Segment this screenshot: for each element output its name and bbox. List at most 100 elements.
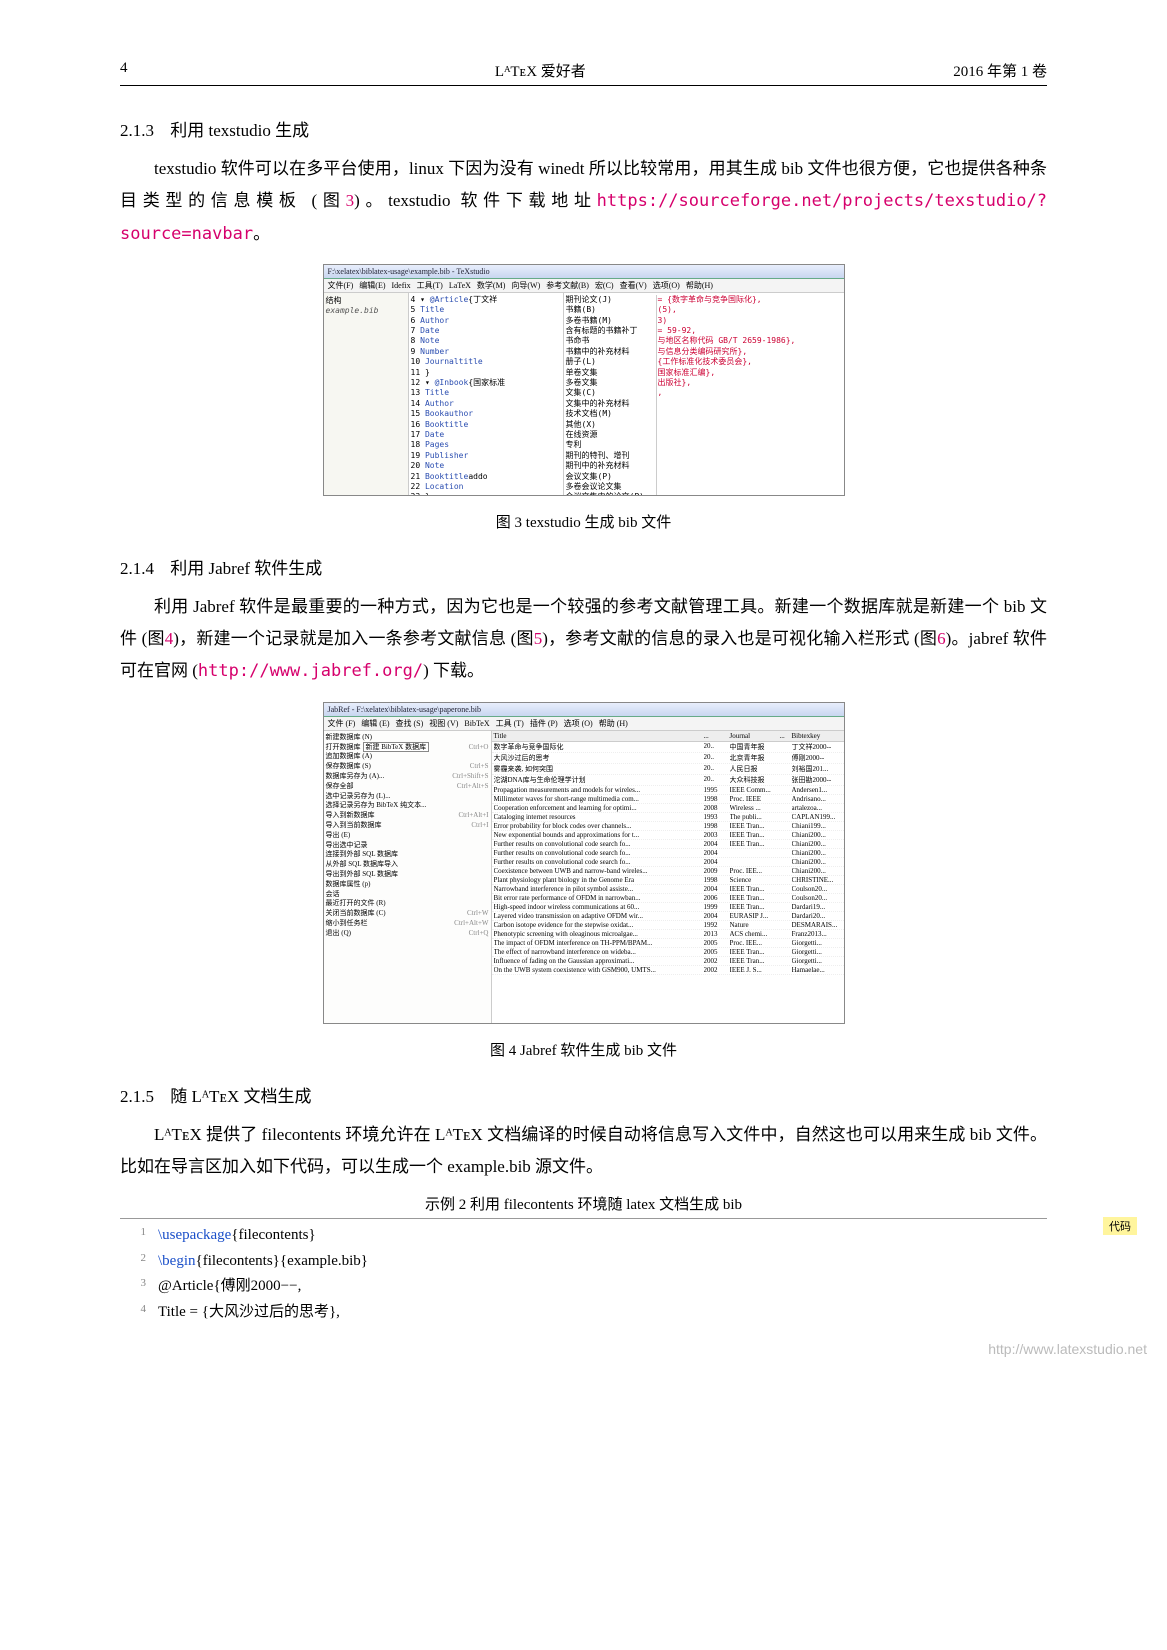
file-menu-item[interactable]: 保存全部Ctrl+Alt+S (326, 782, 489, 792)
table-row[interactable]: Influence of fading on the Gaussian appr… (492, 957, 844, 966)
menu-item[interactable]: 帮助(H) (686, 281, 713, 290)
table-row[interactable]: Millimeter waves for short-range multime… (492, 795, 844, 804)
menu-item[interactable]: 工具 (T) (496, 719, 524, 728)
menu-item[interactable]: Idefix (392, 281, 411, 290)
bibtype-option[interactable]: 其他(X) (566, 420, 656, 430)
page-number: 4 (120, 60, 128, 81)
bibtype-option[interactable]: 书籍中的补充材料 (566, 347, 656, 357)
menu-item[interactable]: 插件 (P) (530, 719, 558, 728)
table-row[interactable]: Layered video transmission on adaptive O… (492, 912, 844, 921)
bibtype-option[interactable]: 文集中的补充材料 (566, 399, 656, 409)
table-row[interactable]: Phenotypic screening with oleaginous mic… (492, 930, 844, 939)
table-row[interactable]: Plant physiology plant biology in the Ge… (492, 876, 844, 885)
bibtype-option[interactable]: 册子(L) (566, 357, 656, 367)
table-row[interactable]: 大风沙过后的思考 20.. 北京青年报 傅刚2000-- (492, 753, 844, 764)
file-menu-item[interactable]: 会话 (326, 890, 489, 900)
menu-item[interactable]: 参考文献(B) (546, 281, 589, 290)
table-row[interactable]: High-speed indoor wireless communication… (492, 903, 844, 912)
bibtype-option[interactable]: 书命书 (566, 336, 656, 346)
file-menu-item[interactable]: 连接到外部 SQL 数据库 (326, 850, 489, 860)
table-row[interactable]: 数字革命与竞争国际化 20.. 中国青年报 丁文祥2000-- (492, 742, 844, 753)
fig4-ref: 4 (165, 629, 174, 648)
table-row[interactable]: Cooperation enforcement and learning for… (492, 804, 844, 813)
figure-4-caption: 图 4 Jabref 软件生成 bib 文件 (120, 1039, 1047, 1060)
section-2-1-4-heading: 2.1.4 利用 Jabref 软件生成 (120, 554, 1047, 579)
table-row[interactable]: Propagation measurements and models for … (492, 786, 844, 795)
file-menu-item[interactable]: 从外部 SQL 数据库导入 (326, 860, 489, 870)
file-menu-item[interactable]: 选中记录另存为 (L)... (326, 792, 489, 802)
fig6-ref: 6 (937, 629, 946, 648)
file-menu-item[interactable]: 缩小到任务栏Ctrl+Alt+W (326, 919, 489, 929)
bibtype-option[interactable]: 书籍(B) (566, 305, 656, 315)
bibtype-option[interactable]: 多卷书籍(M) (566, 316, 656, 326)
menu-item[interactable]: 视图 (V) (429, 719, 458, 728)
menu-item[interactable]: 查看(V) (620, 281, 647, 290)
table-row[interactable]: Bit error rate performance of OFDM in na… (492, 894, 844, 903)
table-row[interactable]: 沱湖DNA库与生命伦理学计划 20.. 大众科技报 张田勘2000-- (492, 775, 844, 786)
file-menu-item[interactable]: 追加数据库 (A) (326, 752, 489, 762)
table-row[interactable]: On the UWB system coexistence with GSM90… (492, 966, 844, 975)
texstudio-structure-panel: 结构 example.bib (324, 293, 409, 496)
bibtype-option[interactable]: 多卷文集 (566, 378, 656, 388)
table-row[interactable]: Further results on convolutional code se… (492, 849, 844, 858)
jabref-url[interactable]: http://www.jabref.org/ (198, 661, 423, 681)
table-row[interactable]: The impact of OFDM interference on TH-PP… (492, 939, 844, 948)
table-row[interactable]: The effect of narrowband interference on… (492, 948, 844, 957)
bibtype-option[interactable]: 期刊中的补充材料 (566, 461, 656, 471)
menu-item[interactable]: 文件 (F) (328, 719, 356, 728)
file-menu-item[interactable]: 保存数据库 (S)Ctrl+S (326, 762, 489, 772)
jabref-table: Title ... Journal ... Bibtexkey 数字革命与竞争国… (492, 731, 844, 1024)
table-row[interactable]: 雾霾来袭, 如何突围 20.. 人民日报 刘裕国201... (492, 764, 844, 775)
table-row[interactable]: Cataloging internet resources 1993 The p… (492, 813, 844, 822)
file-menu-item[interactable]: 数据库属性 (p) (326, 880, 489, 890)
menu-item[interactable]: 选项(O) (653, 281, 680, 290)
table-row[interactable]: Further results on convolutional code se… (492, 858, 844, 867)
code-line: 1 \usepackage{filecontents} (120, 1223, 1047, 1249)
menu-item[interactable]: 编辑(E) (359, 281, 385, 290)
bibtype-option[interactable]: 会议文集(P) (566, 472, 656, 482)
table-row[interactable]: Error probability for block codes over c… (492, 822, 844, 831)
bibtype-option[interactable]: 单卷文集 (566, 368, 656, 378)
menu-item[interactable]: BibTeX (464, 719, 489, 728)
bibtype-option[interactable]: 技术文档(M) (566, 409, 656, 419)
bibtype-option[interactable]: 多卷会议论文集 (566, 482, 656, 492)
texstudio-menubar: 文件(F) 编辑(E) Idefix 工具(T) LaTeX 数学(M) 向导(W) 参考文献… (324, 279, 844, 293)
menu-item[interactable]: 数学(M) (477, 281, 505, 290)
file-menu-item[interactable]: 选择记录另存为 BibTeX 纯文本... (326, 801, 489, 811)
file-menu-item[interactable]: 退出 (Q)Ctrl+Q (326, 929, 489, 939)
file-menu-item[interactable]: 导出到外部 SQL 数据库 (326, 870, 489, 880)
section-2-1-5-heading: 2.1.5 随 LᴬTᴇX 文档生成 (120, 1082, 1047, 1107)
file-menu-item[interactable]: 最近打开的文件 (R) (326, 899, 489, 909)
menu-item[interactable]: 宏(C) (595, 281, 614, 290)
file-menu-item[interactable]: 导出选中记录 (326, 841, 489, 851)
menu-item[interactable]: 帮助 (H) (599, 719, 628, 728)
table-row[interactable]: Carbon isotope evidence for the stepwise… (492, 921, 844, 930)
menu-item[interactable]: LaTeX (449, 281, 471, 290)
bibtype-option[interactable]: 期刊论文(J) (566, 295, 656, 305)
bibtype-option[interactable]: 会议文集中的论文(P) (566, 492, 656, 496)
page-header: 4 LᴬTᴇX 爱好者 2016 年第 1 卷 (120, 60, 1047, 86)
bibtype-option[interactable]: 文集(C) (566, 388, 656, 398)
bibtype-option[interactable]: 专利 (566, 440, 656, 450)
file-menu-item[interactable]: 关闭当前数据库 (C)Ctrl+W (326, 909, 489, 919)
fig5-ref: 5 (534, 629, 543, 648)
bibtype-option[interactable]: 在线资源 (566, 430, 656, 440)
menu-item[interactable]: 向导(W) (511, 281, 540, 290)
table-row[interactable]: New exponential bounds and approximation… (492, 831, 844, 840)
table-row[interactable]: Narrowband interference in pilot symbol … (492, 885, 844, 894)
file-menu-item[interactable]: 导入到当前数据库Ctrl+I (326, 821, 489, 831)
menu-item[interactable]: 工具(T) (417, 281, 443, 290)
watermark: http://www.latexstudio.net (988, 1341, 1147, 1357)
file-menu-item[interactable]: 导出 (E) (326, 831, 489, 841)
menu-item[interactable]: 文件(F) (328, 281, 354, 290)
menu-item[interactable]: 选项 (O) (564, 719, 593, 728)
bibtype-option[interactable]: 期刊的特刊、增刊 (566, 451, 656, 461)
file-menu-item[interactable]: 数据库另存为 (A)...Ctrl+Shift+S (326, 772, 489, 782)
table-row[interactable]: Further results on convolutional code se… (492, 840, 844, 849)
bibtype-option[interactable]: 含有标题的书籍补丁 (566, 326, 656, 336)
menu-item[interactable]: 编辑 (E) (361, 719, 389, 728)
file-menu-item[interactable]: 打开数据库新建 BibTeX 数据库Ctrl+O (326, 743, 489, 753)
menu-item[interactable]: 查找 (S) (396, 719, 424, 728)
file-menu-item[interactable]: 导入到新数据库Ctrl+Alt+I (326, 811, 489, 821)
table-row[interactable]: Coexistence between UWB and narrow-band … (492, 867, 844, 876)
